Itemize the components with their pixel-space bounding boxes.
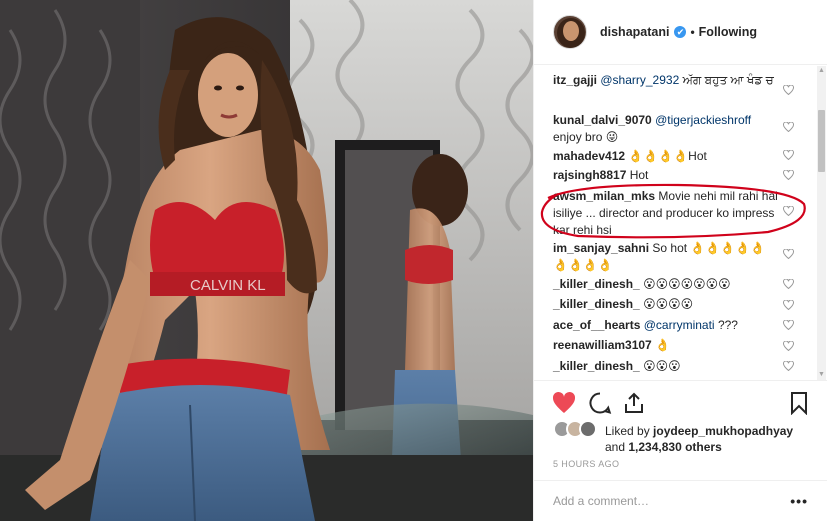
- comment-username[interactable]: rajsingh8817: [553, 168, 626, 182]
- small-heart-icon[interactable]: [783, 249, 794, 259]
- header-separator: •: [690, 25, 695, 39]
- liked-by-and: and: [605, 440, 626, 454]
- comment-username[interactable]: _killer_dinesh_: [553, 277, 640, 291]
- share-icon[interactable]: [622, 391, 646, 415]
- comment-icon[interactable]: [588, 391, 612, 415]
- comment-mention[interactable]: @sharry_2932: [600, 73, 679, 87]
- comment-username[interactable]: awsm_milan_mks: [553, 189, 655, 203]
- list-item: kunal_dalvi_9070 @tigerjackieshroff enjo…: [553, 112, 793, 146]
- liker-avatars[interactable]: [553, 420, 597, 440]
- comment-text: 😮😮😮: [643, 359, 681, 373]
- list-item: rajsingh8817 Hot: [553, 167, 793, 184]
- likes-count[interactable]: 1,234,830 others: [628, 440, 721, 454]
- comment-mention[interactable]: @tigerjackieshroff: [655, 113, 751, 127]
- comments-scrollbar[interactable]: ▲ ▼: [817, 66, 826, 380]
- comment-text: Hot: [629, 168, 649, 182]
- comment-username[interactable]: kunal_dalvi_9070: [553, 113, 652, 127]
- list-item: mahadev412 👌👌👌👌Hot: [553, 148, 793, 165]
- small-heart-icon[interactable]: [783, 122, 794, 132]
- small-heart-icon[interactable]: [783, 279, 794, 289]
- comment-username[interactable]: _killer_dinesh_: [553, 359, 640, 373]
- small-heart-icon[interactable]: [783, 341, 794, 351]
- comment-text: enjoy bro 😜: [553, 130, 619, 144]
- comment-text: 👌: [655, 338, 671, 352]
- list-item: awsm_milan_mks Movie nehi mil rahi hai i…: [553, 188, 778, 239]
- post-actions: [534, 380, 827, 422]
- following-button[interactable]: Following: [699, 25, 757, 39]
- small-heart-icon[interactable]: [783, 361, 794, 371]
- comment-input[interactable]: Add a comment…: [553, 494, 649, 508]
- scroll-thumb[interactable]: [818, 110, 825, 172]
- comment-mention[interactable]: @carryminati: [644, 318, 715, 332]
- comment-username[interactable]: _killer_dinesh_: [553, 297, 640, 311]
- comment-username[interactable]: reenawilliam3107: [553, 338, 652, 352]
- verified-icon: ✔: [674, 26, 687, 38]
- comment-text: 😮😮😮😮: [643, 297, 694, 311]
- list-item: itz_gajji @sharry_2932 ਅੱਗ ਬਹੁਤ ਆ ਖੰਡ ਚ: [553, 72, 793, 89]
- scroll-up-icon[interactable]: ▲: [817, 66, 826, 76]
- post-photo[interactable]: CALVIN KL: [0, 0, 533, 521]
- comment-text: 😮😮😮😮😮😮😮: [643, 277, 731, 291]
- liked-by-user[interactable]: joydeep_mukhopadhyay: [653, 424, 793, 438]
- small-heart-icon[interactable]: [783, 170, 794, 180]
- heart-filled-icon[interactable]: [552, 391, 576, 415]
- small-heart-icon[interactable]: [783, 320, 794, 330]
- photo-illustration: CALVIN KL: [0, 0, 533, 521]
- small-heart-icon[interactable]: [783, 85, 794, 95]
- liked-by-text: Liked by joydeep_mukhopadhyay and 1,234,…: [605, 423, 793, 455]
- post-sidebar: dishapatani ✔ • Following itz_gajji @sha…: [533, 0, 827, 521]
- liked-by-prefix: Liked by: [605, 424, 650, 438]
- comment-text: ???: [717, 318, 738, 332]
- small-heart-icon[interactable]: [783, 206, 794, 216]
- list-item: _killer_dinesh_ 😮😮😮😮: [553, 296, 793, 313]
- list-item: _killer_dinesh_ 😮😮😮😮😮😮😮: [553, 276, 793, 293]
- more-options-icon[interactable]: •••: [790, 493, 808, 509]
- comment-username[interactable]: ace_of__hearts: [553, 318, 640, 332]
- comment-username[interactable]: mahadev412: [553, 149, 625, 163]
- list-item: reenawilliam3107 👌: [553, 337, 793, 354]
- brand-logo-text: CALVIN KL: [190, 277, 266, 294]
- post-header: dishapatani ✔ • Following: [534, 0, 827, 65]
- list-item: ace_of__hearts @carryminati ???: [553, 317, 793, 334]
- comments-list[interactable]: itz_gajji @sharry_2932 ਅੱਗ ਬਹੁਤ ਆ ਖੰਡ ਚ …: [534, 66, 827, 379]
- post-timestamp[interactable]: 5 HOURS AGO: [553, 459, 619, 469]
- comment-username[interactable]: im_sanjay_sahni: [553, 241, 649, 255]
- add-comment-bar: Add a comment… •••: [534, 480, 827, 521]
- avatar: [579, 420, 597, 438]
- small-heart-icon[interactable]: [783, 300, 794, 310]
- comment-text: ਅੱਗ ਬਹੁਤ ਆ ਖੰਡ ਚ: [682, 73, 774, 87]
- list-item: _killer_dinesh_ 😮😮😮: [553, 358, 793, 375]
- scroll-down-icon[interactable]: ▼: [817, 370, 826, 380]
- bookmark-icon[interactable]: [787, 391, 811, 416]
- post-username[interactable]: dishapatani: [600, 25, 669, 39]
- list-item: im_sanjay_sahni So hot 👌👌👌👌👌👌👌👌👌: [553, 240, 768, 274]
- small-heart-icon[interactable]: [783, 150, 794, 160]
- comment-username[interactable]: itz_gajji: [553, 73, 597, 87]
- avatar[interactable]: [553, 15, 587, 49]
- comment-text: 👌👌👌👌Hot: [628, 149, 707, 163]
